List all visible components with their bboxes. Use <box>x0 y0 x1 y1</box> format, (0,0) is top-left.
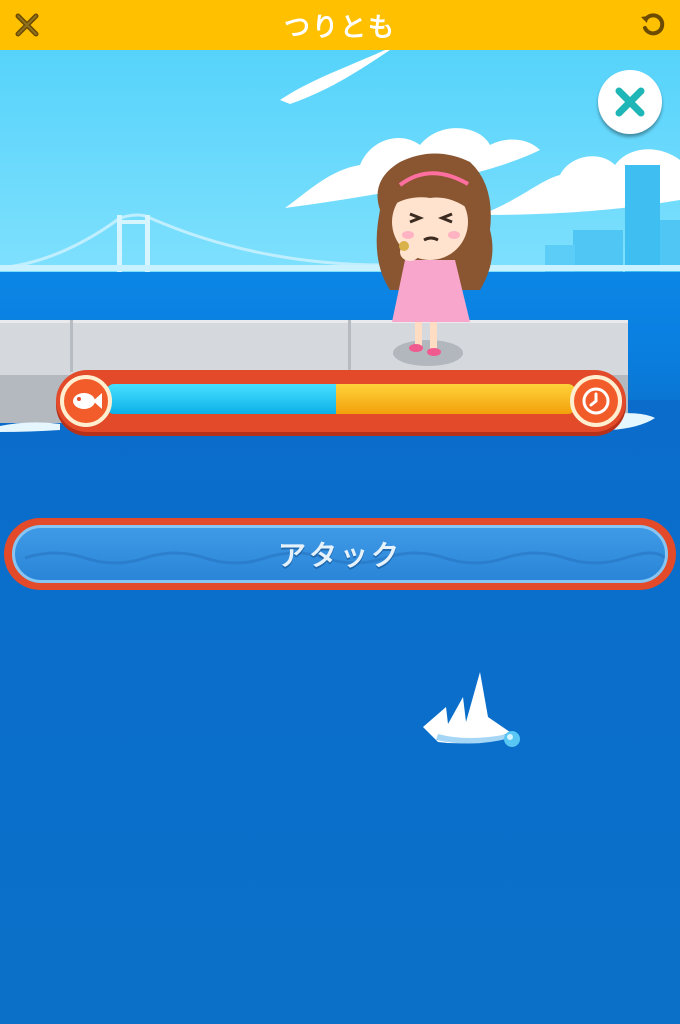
close-icon <box>15 13 39 37</box>
fishing-scene: アタック <box>0 50 680 1024</box>
pier-seam <box>70 320 73 372</box>
player-character <box>376 153 493 366</box>
attack-label: アタック <box>277 539 402 572</box>
attack-button-face: アタック <box>12 525 668 583</box>
water-splash <box>423 672 520 747</box>
tension-gauge <box>56 370 626 432</box>
attack-button[interactable]: アタック <box>4 518 676 590</box>
gauge-track <box>106 384 576 414</box>
header-close-button[interactable] <box>10 8 44 42</box>
pier-seam <box>348 320 351 372</box>
gauge-clock-badge <box>570 375 622 427</box>
close-icon <box>615 87 645 117</box>
fish-icon <box>73 393 102 409</box>
pier <box>0 320 628 375</box>
sea-deep <box>0 400 680 1024</box>
reload-icon <box>641 13 665 36</box>
close-game-button[interactable] <box>598 70 662 134</box>
app-title: つりとも <box>283 12 396 43</box>
reload-button[interactable] <box>636 8 670 42</box>
app-header: つりとも <box>0 0 680 50</box>
clock-icon <box>582 387 610 415</box>
bridge-skyline <box>0 165 680 280</box>
gauge-fish-badge <box>60 375 112 427</box>
gauge-fill-orange <box>336 384 576 414</box>
gauge-fill-blue <box>106 384 336 414</box>
